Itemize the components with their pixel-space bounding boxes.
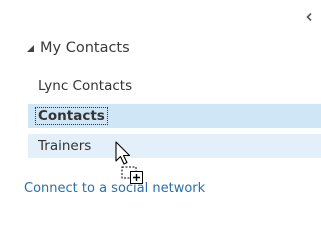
my-contacts-group-header[interactable]: My Contacts xyxy=(27,36,130,60)
folder-item-label: Lync Contacts xyxy=(38,78,133,94)
group-label: My Contacts xyxy=(40,40,130,56)
folder-item-label: Trainers xyxy=(38,138,92,154)
folder-item-contacts[interactable]: Contacts xyxy=(28,104,321,128)
folder-item-trainers[interactable]: Trainers xyxy=(28,134,321,158)
folder-item-label: Contacts xyxy=(35,107,108,125)
triangle-down-icon xyxy=(27,44,34,52)
drag-copy-cursor-icon xyxy=(115,141,143,184)
collapse-pane-button[interactable] xyxy=(303,9,315,25)
folder-item-lync-contacts[interactable]: Lync Contacts xyxy=(28,74,321,98)
chevron-left-icon xyxy=(306,13,312,21)
